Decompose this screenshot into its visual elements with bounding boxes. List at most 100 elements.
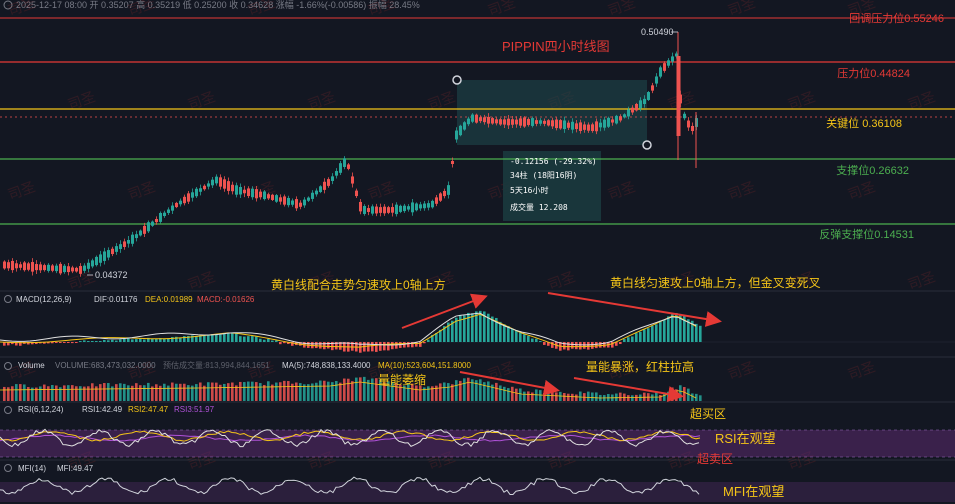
volume-bar — [19, 384, 22, 401]
volume-bar — [135, 383, 138, 401]
candle-body — [131, 234, 134, 244]
macd-histogram-bar — [59, 342, 62, 343]
volume-bar — [527, 391, 530, 401]
macd-histogram-bar — [71, 342, 74, 344]
candle-body — [75, 267, 78, 272]
volume-bar — [659, 395, 662, 401]
macd-histogram-bar — [255, 336, 258, 342]
candle-body — [447, 185, 450, 195]
volume-bar — [131, 385, 134, 401]
candle-body — [215, 176, 218, 184]
candle-body — [123, 241, 126, 247]
watermark-text: 司圣 — [906, 268, 938, 293]
volume-note-right: 量能暴涨，红柱拉高 — [586, 359, 694, 374]
volume-bar — [447, 383, 450, 401]
candle-body — [147, 222, 150, 232]
measure-end-handle[interactable] — [642, 140, 652, 150]
mfi-note: MFI在观望 — [723, 484, 784, 499]
candle-body — [371, 206, 374, 214]
volume-bar — [643, 392, 646, 401]
macd-histogram-bar — [507, 325, 510, 342]
candle-body — [107, 250, 110, 258]
candle-body — [687, 120, 690, 128]
candle-body — [543, 120, 546, 124]
macd-histogram-bar — [383, 342, 386, 351]
volume-bar — [275, 382, 278, 401]
candle-body — [7, 262, 10, 269]
candle-body — [455, 130, 458, 140]
candle-body — [279, 197, 282, 202]
volume-bar — [567, 393, 570, 401]
rsi-band — [0, 430, 955, 457]
macd-visibility-icon[interactable] — [4, 295, 12, 303]
candle-body — [39, 264, 42, 271]
macd-histogram-bar — [235, 333, 238, 342]
macd-histogram-bar — [599, 342, 602, 348]
candle-body — [171, 205, 174, 211]
volume-bar — [683, 387, 686, 401]
candle-body — [363, 206, 366, 214]
macd-histogram-bar — [247, 336, 250, 342]
macd-histogram-bar — [319, 342, 322, 349]
candle-body — [591, 124, 594, 131]
candle-body — [407, 206, 410, 210]
candle-body — [239, 187, 242, 195]
volume-bar — [651, 394, 654, 401]
rsi-visibility-icon[interactable] — [4, 406, 12, 414]
macd-histogram-bar — [527, 335, 530, 342]
candle-body — [323, 181, 326, 190]
macd-histogram-bar — [123, 338, 126, 342]
candle-body — [395, 204, 398, 215]
chart-canvas[interactable]: 2025-12-17 08:00 开 0.35207 高 0.35219 低 0… — [0, 0, 955, 504]
mfi-value: MFI:49.47 — [57, 464, 94, 473]
macd-histogram-bar — [183, 336, 186, 342]
volume-bar — [363, 376, 366, 401]
candle-body — [155, 218, 158, 223]
volume-bar — [251, 381, 254, 401]
macd-histogram-bar — [67, 342, 70, 343]
volume-bar — [415, 385, 418, 401]
candle-body — [127, 239, 130, 244]
measure-range-box[interactable] — [457, 80, 647, 145]
candle-body — [67, 266, 70, 273]
macd-histogram-bar — [471, 313, 474, 342]
volume-bar — [571, 393, 574, 401]
macd-histogram-bar — [423, 342, 426, 344]
macd-histogram-bar — [391, 342, 394, 350]
mfi-band — [0, 482, 955, 502]
candle-body — [23, 262, 26, 271]
volume-bar — [103, 383, 106, 401]
volume-bar — [479, 379, 482, 401]
candle-body — [523, 117, 526, 127]
watermark-text: 司圣 — [606, 178, 638, 203]
candle-body — [11, 260, 14, 271]
candle-body — [367, 208, 370, 212]
volume-bar — [631, 395, 634, 401]
macd-histogram-bar — [367, 342, 370, 352]
volume-bar — [467, 377, 470, 401]
volume-bar — [79, 386, 82, 401]
macd-histogram-bar — [635, 333, 638, 342]
candle-body — [515, 119, 518, 125]
macd-histogram-bar — [87, 341, 90, 342]
macd-histogram-bar — [623, 339, 626, 342]
candle-body — [99, 254, 102, 263]
candle-body — [327, 179, 330, 186]
macd-histogram-bar — [139, 338, 142, 342]
macd-histogram-bar — [75, 342, 78, 343]
macd-histogram-bar — [479, 310, 482, 342]
volume-bar — [27, 387, 30, 401]
high-price-marker: 0.50490 — [641, 27, 674, 37]
candle-body — [559, 120, 562, 129]
volume-bar — [503, 386, 506, 401]
rsi-oversold-label: 超卖区 — [697, 451, 733, 466]
measure-start-handle[interactable] — [452, 75, 462, 85]
volume-bar — [283, 380, 286, 401]
macd-histogram-bar — [323, 342, 326, 350]
candle-body — [539, 120, 542, 124]
volume-bar — [211, 382, 214, 401]
macd-histogram-bar — [503, 324, 506, 342]
volume-bar — [7, 387, 10, 401]
mfi-visibility-icon[interactable] — [4, 464, 12, 472]
macd-histogram-bar — [135, 339, 138, 342]
